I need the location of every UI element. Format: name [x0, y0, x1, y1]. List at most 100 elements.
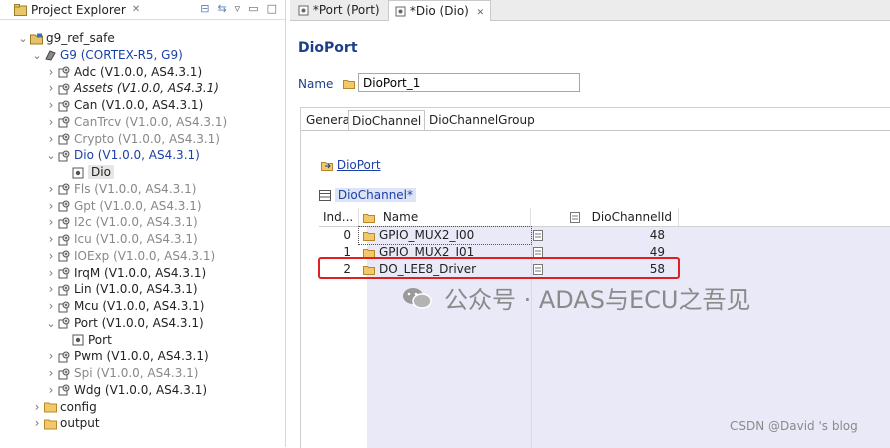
- close-view-icon[interactable]: ✕: [132, 4, 140, 15]
- tree-item[interactable]: ⌄ G9 (CORTEX-R5, G9): [32, 47, 183, 64]
- module-icon: [58, 234, 70, 245]
- tree-item-label: Gpt (V1.0.0, AS4.3.1): [74, 198, 202, 213]
- table-header: Ind... Name DioChannelId: [319, 208, 890, 227]
- tree-item-label: G9 (CORTEX-R5, G9): [60, 47, 183, 62]
- tree-item[interactable]: › Wdg (V1.0.0, AS4.3.1): [46, 382, 207, 398]
- folder-icon: [363, 248, 375, 258]
- expanded-chevron-icon[interactable]: ⌄: [46, 316, 56, 332]
- folder-icon: [44, 402, 57, 413]
- collapsed-chevron-icon[interactable]: ›: [46, 198, 56, 214]
- tab-label: *Dio (Dio): [409, 4, 469, 18]
- collapsed-chevron-icon[interactable]: ›: [46, 97, 56, 113]
- tree-item[interactable]: › Mcu (V1.0.0, AS4.3.1): [46, 298, 205, 314]
- breadcrumb-link-dioport[interactable]: DioPort: [337, 158, 381, 172]
- folder-icon: [343, 80, 355, 89]
- tree-item-label: I2c (V1.0.0, AS4.3.1): [74, 215, 198, 230]
- editor-tabbar: *Port (Port) *Dio (Dio) ✕: [290, 0, 890, 21]
- collapsed-chevron-icon[interactable]: ›: [46, 248, 56, 264]
- module-icon: [58, 384, 70, 396]
- minimize-icon[interactable]: ▭: [248, 2, 258, 15]
- tab-diochannelgroup[interactable]: DioChannelGroup: [426, 110, 538, 130]
- folder-icon: [44, 419, 57, 430]
- close-tab-icon[interactable]: ✕: [477, 8, 485, 18]
- cell-index[interactable]: 0: [319, 227, 359, 244]
- tree-item-label: CanTrcv (V1.0.0, AS4.3.1): [74, 114, 228, 129]
- view-menu-icon[interactable]: ▿: [235, 2, 241, 15]
- ecu-icon: [45, 50, 56, 61]
- collapsed-chevron-icon[interactable]: ›: [46, 231, 56, 247]
- tree-item[interactable]: › Crypto (V1.0.0, AS4.3.1): [46, 131, 220, 147]
- expanded-chevron-icon[interactable]: ⌄: [46, 148, 56, 164]
- tree-item-label: Dio: [88, 165, 114, 179]
- diochannel-table: Ind... Name DioChannelId 0 GPIO_MUX2_I00 4…: [319, 208, 890, 448]
- tab-port-editor[interactable]: *Port (Port): [292, 0, 386, 20]
- collapse-all-icon[interactable]: ⊟: [200, 2, 209, 15]
- tree-item[interactable]: › Can (V1.0.0, AS4.3.1): [46, 97, 204, 113]
- tree-item[interactable]: Dio: [60, 164, 114, 180]
- tree-item-label: Icu (V1.0.0, AS4.3.1): [74, 232, 198, 246]
- collapsed-chevron-icon[interactable]: ›: [46, 181, 56, 197]
- collapsed-chevron-icon[interactable]: ›: [46, 214, 56, 230]
- module-icon: [58, 368, 70, 379]
- tree-item[interactable]: › Assets (V1.0.0, AS4.3.1): [46, 80, 219, 96]
- module-icon: [58, 351, 70, 363]
- folder-icon: [363, 213, 375, 223]
- expanded-chevron-icon[interactable]: ⌄: [18, 31, 28, 47]
- tree-item[interactable]: Port: [60, 332, 112, 348]
- tree-item[interactable]: ⌄ g9_ref_safe: [18, 30, 114, 47]
- collapsed-chevron-icon[interactable]: ›: [46, 365, 56, 381]
- navigate-up-icon: [321, 161, 333, 171]
- tree-item[interactable]: › output: [32, 415, 100, 431]
- maximize-icon[interactable]: □: [267, 2, 277, 15]
- module-icon: [58, 133, 70, 145]
- collapsed-chevron-icon[interactable]: ›: [32, 399, 42, 415]
- link-editor-icon[interactable]: ⇆: [217, 2, 226, 15]
- collapsed-chevron-icon[interactable]: ›: [32, 415, 42, 431]
- tree-item-label: Port (V1.0.0, AS4.3.1): [74, 315, 204, 330]
- tree-item[interactable]: › Lin (V1.0.0, AS4.3.1): [46, 281, 198, 297]
- tree-item[interactable]: › Spi (V1.0.0, AS4.3.1): [46, 365, 199, 381]
- collapsed-chevron-icon[interactable]: ›: [46, 80, 56, 96]
- tab-diochannel[interactable]: DioChannel: [348, 110, 426, 131]
- collapsed-chevron-icon[interactable]: ›: [46, 265, 56, 281]
- tree-item[interactable]: › Adc (V1.0.0, AS4.3.1): [46, 64, 203, 80]
- tree-item-label: Crypto (V1.0.0, AS4.3.1): [74, 131, 220, 146]
- tree-item[interactable]: › Pwm (V1.0.0, AS4.3.1): [46, 348, 209, 364]
- collapsed-chevron-icon[interactable]: ›: [46, 382, 56, 398]
- tree-item[interactable]: ⌄ Port (V1.0.0, AS4.3.1): [46, 315, 204, 332]
- project-explorer-panel: Project Explorer ✕ ⊟ ⇆ ▿ ▭ □ ⌄ g9_ref_saf…: [0, 0, 286, 447]
- module-icon: [58, 66, 70, 78]
- tree-item[interactable]: › Gpt (V1.0.0, AS4.3.1): [46, 198, 202, 214]
- cell-diochannelid[interactable]: 48: [531, 227, 679, 244]
- project-explorer-icon: [14, 3, 27, 16]
- module-icon: [58, 200, 70, 212]
- module-icon: [58, 83, 70, 95]
- tree-item[interactable]: › IOExp (V1.0.0, AS4.3.1): [46, 248, 216, 264]
- tree-item[interactable]: ⌄ Dio (V1.0.0, AS4.3.1): [46, 147, 199, 164]
- collapsed-chevron-icon[interactable]: ›: [46, 114, 56, 130]
- config-file-icon: [298, 5, 309, 16]
- column-header-name[interactable]: Name: [359, 208, 531, 226]
- collapsed-chevron-icon[interactable]: ›: [46, 64, 56, 80]
- column-header-diochannelid[interactable]: DioChannelId: [531, 208, 679, 226]
- tree-item[interactable]: › config: [32, 399, 97, 415]
- tree-item[interactable]: › Icu (V1.0.0, AS4.3.1): [46, 231, 198, 247]
- collapsed-chevron-icon[interactable]: ›: [46, 298, 56, 314]
- cell-name[interactable]: GPIO_MUX2_I00: [358, 226, 532, 245]
- name-input[interactable]: [358, 73, 580, 92]
- column-header-index[interactable]: Ind...: [319, 208, 359, 226]
- tree-item[interactable]: › I2c (V1.0.0, AS4.3.1): [46, 214, 198, 230]
- collapsed-chevron-icon[interactable]: ›: [46, 281, 56, 297]
- project-icon: [30, 33, 43, 44]
- collapsed-chevron-icon[interactable]: ›: [46, 131, 56, 147]
- tab-dio-editor[interactable]: *Dio (Dio) ✕: [388, 0, 492, 21]
- expanded-chevron-icon[interactable]: ⌄: [32, 48, 42, 64]
- view-toolbar: ⊟ ⇆ ▿ ▭ □: [200, 2, 277, 15]
- numeric-param-icon: [569, 212, 580, 223]
- numeric-param-icon: [533, 230, 543, 241]
- tree-item[interactable]: › IrqM (V1.0.0, AS4.3.1): [46, 265, 207, 281]
- tree-item[interactable]: › CanTrcv (V1.0.0, AS4.3.1): [46, 114, 228, 130]
- tree-item[interactable]: › Fls (V1.0.0, AS4.3.1): [46, 181, 197, 197]
- collapsed-chevron-icon[interactable]: ›: [46, 348, 56, 364]
- table-row[interactable]: 0 GPIO_MUX2_I00 48: [319, 226, 679, 245]
